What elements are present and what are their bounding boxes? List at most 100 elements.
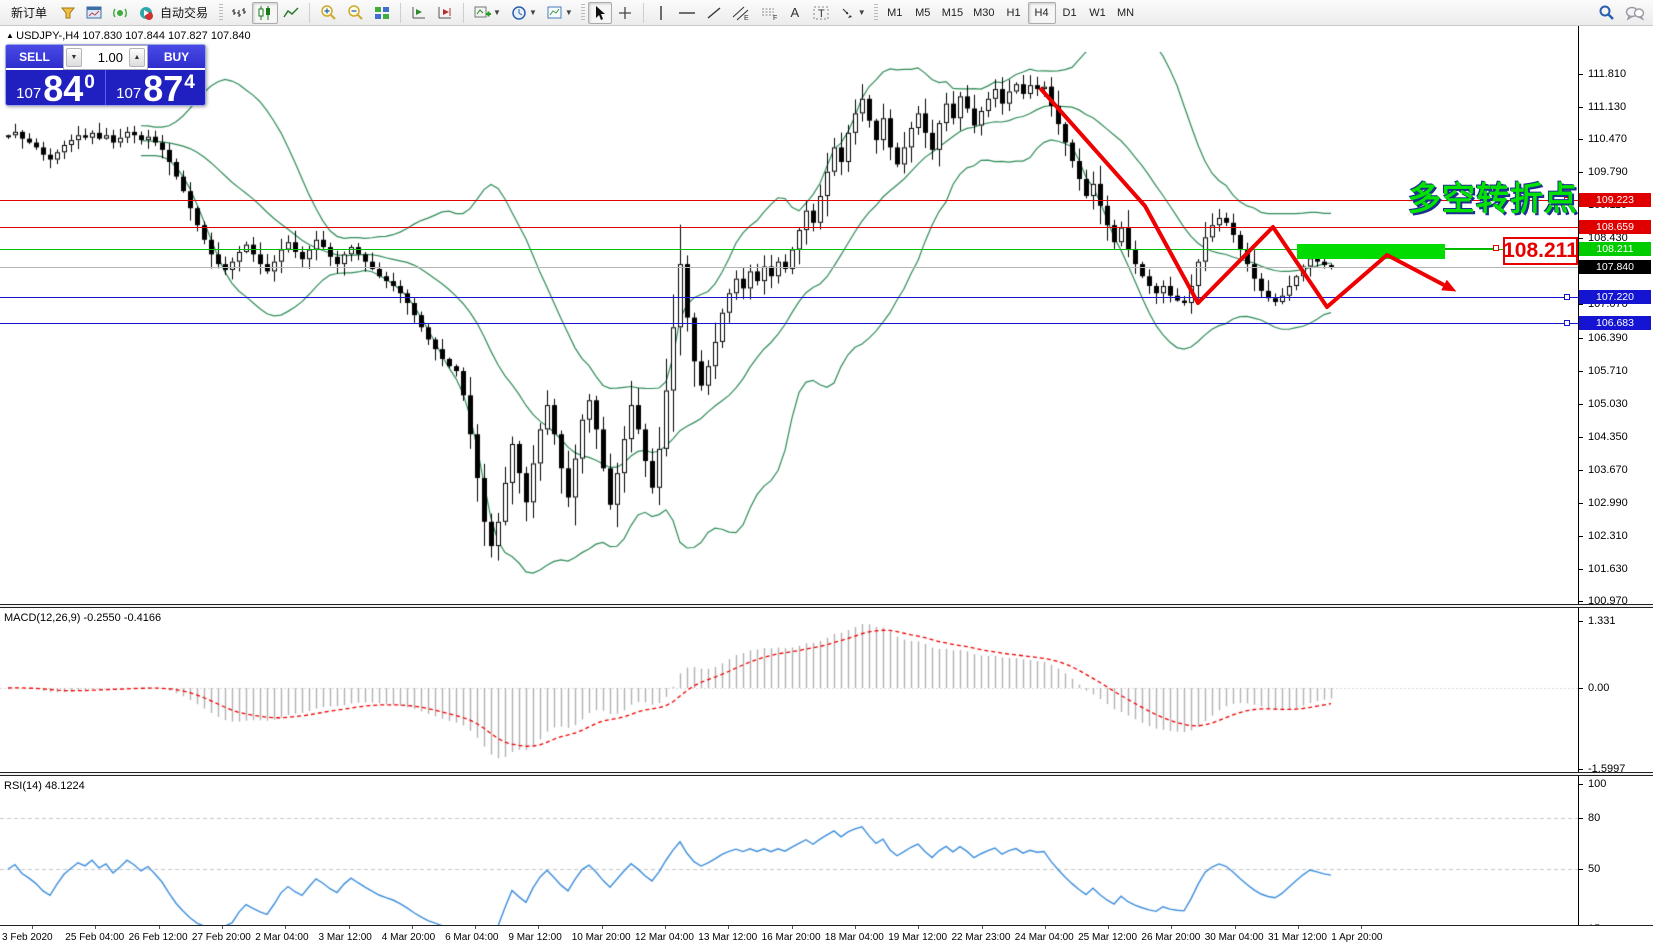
text-tool-icon[interactable]: A (783, 2, 807, 24)
level-line-handle-106.683[interactable] (1564, 320, 1570, 326)
shapes-caret[interactable]: ▼ (858, 8, 866, 17)
sell-button[interactable]: SELL (6, 45, 63, 70)
pane-separator-rsi[interactable] (0, 772, 1653, 776)
candlestick-chart-icon[interactable] (252, 2, 278, 24)
templates-caret[interactable]: ▼ (565, 8, 573, 17)
tab-timeframe-h4[interactable]: H4 (1028, 2, 1056, 24)
add-indicator-icon[interactable]: ▼ (469, 2, 506, 24)
macd-tick-label-tick (1578, 769, 1583, 770)
macd-tick-label: 1.331 (1588, 615, 1616, 627)
buy-button[interactable]: BUY (148, 45, 205, 70)
price-tick-label-tick (1578, 238, 1583, 239)
time-axis-label: 24 Mar 04:00 (1015, 932, 1074, 943)
auto-trading-label: 自动交易 (157, 4, 211, 21)
periods-caret[interactable]: ▼ (529, 8, 537, 17)
price-flag-109.223: 109.223 (1579, 193, 1651, 207)
add-indicator-caret[interactable]: ▼ (493, 8, 501, 17)
bar-chart-icon[interactable] (226, 2, 252, 24)
chat-icon[interactable] (1620, 2, 1650, 24)
tab-timeframe-m30[interactable]: M30 (968, 2, 999, 24)
time-axis-label: 30 Mar 04:00 (1205, 932, 1264, 943)
sell-price-main: 84 (43, 73, 83, 105)
trendline-tool-icon[interactable] (701, 2, 727, 24)
price-tick-label: 111.130 (1588, 101, 1626, 113)
time-axis-label: 25 Feb 04:00 (65, 932, 124, 943)
price-tag-anchor-square[interactable] (1493, 245, 1499, 251)
tab-timeframe-mn[interactable]: MN (1112, 2, 1140, 24)
toolbar-drag-handle3[interactable] (874, 4, 878, 22)
new-order-button[interactable]: 新订单 (3, 2, 55, 24)
time-axis-tick (728, 926, 729, 929)
sell-price[interactable]: 107 84 0 (6, 70, 106, 106)
horizontal-level-line-109.223[interactable] (0, 200, 1578, 201)
tile-windows-icon[interactable] (369, 2, 395, 24)
auto-trading-button[interactable]: 自动交易 (133, 2, 216, 24)
time-axis-tick (665, 926, 666, 929)
tab-timeframe-m5[interactable]: M5 (909, 2, 937, 24)
toolbar-drag-handle[interactable] (219, 4, 223, 22)
rsi-tick-label-tick (1578, 784, 1583, 785)
label-tool-icon[interactable]: T (807, 2, 835, 24)
templates-icon[interactable]: ▼ (542, 2, 578, 24)
chart-canvas[interactable] (0, 26, 1578, 925)
pane-separator-macd[interactable] (0, 604, 1653, 608)
zoom-out-icon[interactable] (342, 2, 369, 24)
buy-price[interactable]: 107 87 4 (106, 70, 205, 106)
svg-text:F: F (773, 15, 777, 21)
zoom-in-icon[interactable] (315, 2, 342, 24)
cursor-tool-icon[interactable] (588, 2, 612, 24)
horizontal-line-tool-icon[interactable] (673, 2, 701, 24)
crosshair-tool-icon[interactable] (612, 2, 638, 24)
volume-increase-button[interactable]: ▲ (129, 48, 145, 67)
price-tick-label-tick (1578, 371, 1583, 372)
search-icon[interactable] (1593, 2, 1620, 24)
turning-point-annotation[interactable]: 多空转折点 (1408, 172, 1578, 220)
price-tag-annotation[interactable]: 108.211 (1503, 237, 1578, 265)
time-axis-tick (982, 926, 983, 929)
time-axis-label: 27 Feb 20:00 (192, 932, 251, 943)
line-chart-icon[interactable] (278, 2, 304, 24)
equidistant-channel-tool-icon[interactable]: E (727, 2, 755, 24)
new-order-icon[interactable] (55, 2, 81, 24)
time-axis-tick (855, 926, 856, 929)
chart-shift-icon[interactable] (432, 2, 458, 24)
macd-tick-label: 0.00 (1588, 682, 1609, 694)
tab-timeframe-m1[interactable]: M1 (881, 2, 909, 24)
buy-price-handle: 107 (116, 86, 141, 101)
chart-window-icon[interactable] (81, 2, 107, 24)
price-flag-108.211: 108.211 (1579, 242, 1651, 256)
level-line-handle-107.220[interactable] (1564, 294, 1570, 300)
svg-text:T: T (818, 8, 825, 20)
price-tick-label: 102.990 (1588, 497, 1628, 509)
tab-timeframe-h1[interactable]: H1 (1000, 2, 1028, 24)
vertical-line-tool-icon[interactable] (649, 2, 673, 24)
rsi-tick-label: 80 (1588, 812, 1600, 824)
time-axis-tick (1361, 926, 1362, 929)
time-axis-label: 4 Mar 20:00 (382, 932, 435, 943)
price-tick-label: 105.710 (1588, 365, 1628, 377)
shapes-tool-icon[interactable]: ▼ (835, 2, 871, 24)
price-tick-label-tick (1578, 338, 1583, 339)
time-axis-tick (285, 926, 286, 929)
auto-scroll-icon[interactable] (406, 2, 432, 24)
horizontal-level-line-108.659[interactable] (0, 227, 1578, 228)
periods-clock-icon[interactable]: ▼ (506, 2, 542, 24)
price-tick-label: 104.350 (1588, 431, 1628, 443)
fibonacci-tool-icon[interactable]: F (755, 2, 783, 24)
time-axis-tick (1298, 926, 1299, 929)
volume-decrease-button[interactable]: ▼ (66, 48, 82, 67)
tab-timeframe-w1[interactable]: W1 (1084, 2, 1112, 24)
toolbar-drag-handle2[interactable] (581, 4, 585, 22)
highlight-rectangle-annotation[interactable] (1297, 244, 1445, 259)
time-axis-label: 10 Mar 20:00 (572, 932, 631, 943)
tab-timeframe-m15[interactable]: M15 (937, 2, 968, 24)
horizontal-level-line-107.220[interactable] (0, 297, 1578, 298)
chart-window: ▲ USDJPY-,H4 107.830 107.844 107.827 107… (0, 26, 1653, 950)
collapse-arrow-icon[interactable]: ▲ (6, 31, 16, 40)
time-axis[interactable]: 3 Feb 202025 Feb 04:0026 Feb 12:0027 Feb… (0, 925, 1653, 950)
volume-input[interactable] (84, 46, 127, 69)
horizontal-level-line-106.683[interactable] (0, 323, 1578, 324)
signal-icon[interactable] (107, 2, 133, 24)
horizontal-level-line-107.840[interactable] (0, 267, 1578, 268)
tab-timeframe-d1[interactable]: D1 (1056, 2, 1084, 24)
